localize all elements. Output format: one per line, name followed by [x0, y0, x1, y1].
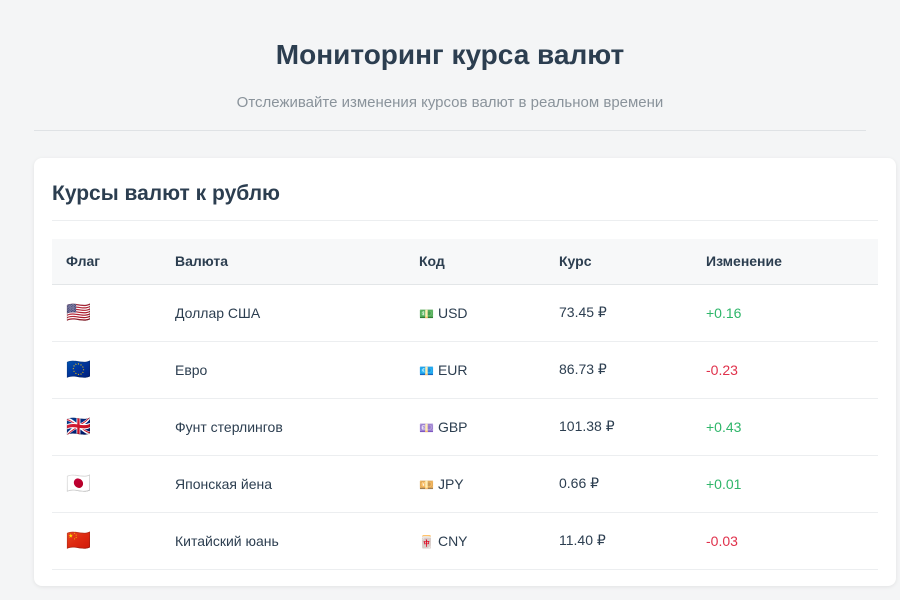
- code-cell: 🀄 CNY: [405, 512, 545, 570]
- rate-change: -0.03: [692, 512, 878, 570]
- rates-card: Курсы валют к рублю Флаг Валюта Код Курс…: [34, 158, 896, 586]
- header: Мониторинг курса валют Отслеживайте изме…: [0, 0, 900, 112]
- rate-change: +0.16: [692, 284, 878, 342]
- page-title: Мониторинг курса валют: [275, 39, 625, 70]
- column-header-code: Код: [405, 239, 545, 285]
- currency-rate: 86.73 ₽: [545, 341, 692, 399]
- rates-table: Флаг Валюта Код Курс Изменение 🇺🇸 Доллар…: [52, 239, 878, 570]
- table-header-row: Флаг Валюта Код Курс Изменение: [52, 239, 878, 285]
- column-header-change: Изменение: [692, 239, 878, 285]
- flag-cell: 🇬🇧: [52, 398, 161, 456]
- column-header-flag: Флаг: [52, 239, 161, 285]
- currency-rate: 101.38 ₽: [545, 398, 692, 456]
- flag-cell: 🇨🇳: [52, 512, 161, 570]
- currency-name: Евро: [161, 341, 405, 399]
- flag-cell: 🇪🇺: [52, 341, 161, 399]
- currency-code: JPY: [437, 475, 464, 492]
- code-cell: 💷 GBP: [405, 398, 545, 456]
- code-cell: 💴 JPY: [405, 455, 545, 513]
- code-cell: 💶 EUR: [405, 341, 545, 399]
- page-subtitle: Отслеживайте изменения курсов валют в ре…: [236, 94, 664, 111]
- us-flag-icon: 🇺🇸: [66, 301, 91, 324]
- currency-code: CNY: [437, 532, 468, 549]
- currency-code: USD: [437, 304, 468, 321]
- mahjong-tile-icon: 🀄: [419, 534, 434, 549]
- currency-name: Китайский юань: [161, 512, 405, 570]
- pound-banknote-icon: 💷: [419, 420, 434, 435]
- table-row: 🇪🇺 Евро 💶 EUR 86.73 ₽ -0.23: [52, 341, 878, 399]
- flag-cell: 🇺🇸: [52, 284, 161, 342]
- currency-rate: 73.45 ₽: [545, 284, 692, 342]
- currency-rate: 11.40 ₽: [545, 512, 692, 570]
- table-row: 🇯🇵 Японская йена 💴 JPY 0.66 ₽ +0.01: [52, 455, 878, 513]
- table-row: 🇬🇧 Фунт стерлингов 💷 GBP 101.38 ₽ +0.43: [52, 398, 878, 456]
- column-header-currency: Валюта: [161, 239, 405, 285]
- code-cell: 💵 USD: [405, 284, 545, 342]
- gb-flag-icon: 🇬🇧: [66, 415, 91, 438]
- rate-change: +0.43: [692, 398, 878, 456]
- card-title: Курсы валют к рублю: [52, 182, 280, 205]
- currency-code: EUR: [437, 361, 468, 378]
- jp-flag-icon: 🇯🇵: [66, 472, 91, 495]
- flag-cell: 🇯🇵: [52, 455, 161, 513]
- currency-name: Доллар США: [161, 284, 405, 342]
- euro-banknote-icon: 💶: [419, 363, 434, 378]
- currency-name: Фунт стерлингов: [161, 398, 405, 456]
- yen-banknote-icon: 💴: [419, 477, 434, 492]
- table-row: 🇺🇸 Доллар США 💵 USD 73.45 ₽ +0.16: [52, 284, 878, 342]
- rate-change: +0.01: [692, 455, 878, 513]
- column-header-rate: Курс: [545, 239, 692, 285]
- dollar-banknote-icon: 💵: [419, 306, 434, 321]
- table-row: 🇨🇳 Китайский юань 🀄 CNY 11.40 ₽ -0.03: [52, 512, 878, 570]
- header-divider: [34, 130, 866, 131]
- card-divider: [52, 220, 878, 221]
- eu-flag-icon: 🇪🇺: [66, 358, 91, 381]
- page: Мониторинг курса валют Отслеживайте изме…: [0, 0, 900, 600]
- cn-flag-icon: 🇨🇳: [66, 529, 91, 552]
- currency-name: Японская йена: [161, 455, 405, 513]
- rate-change: -0.23: [692, 341, 878, 399]
- currency-code: GBP: [437, 418, 468, 435]
- currency-rate: 0.66 ₽: [545, 455, 692, 513]
